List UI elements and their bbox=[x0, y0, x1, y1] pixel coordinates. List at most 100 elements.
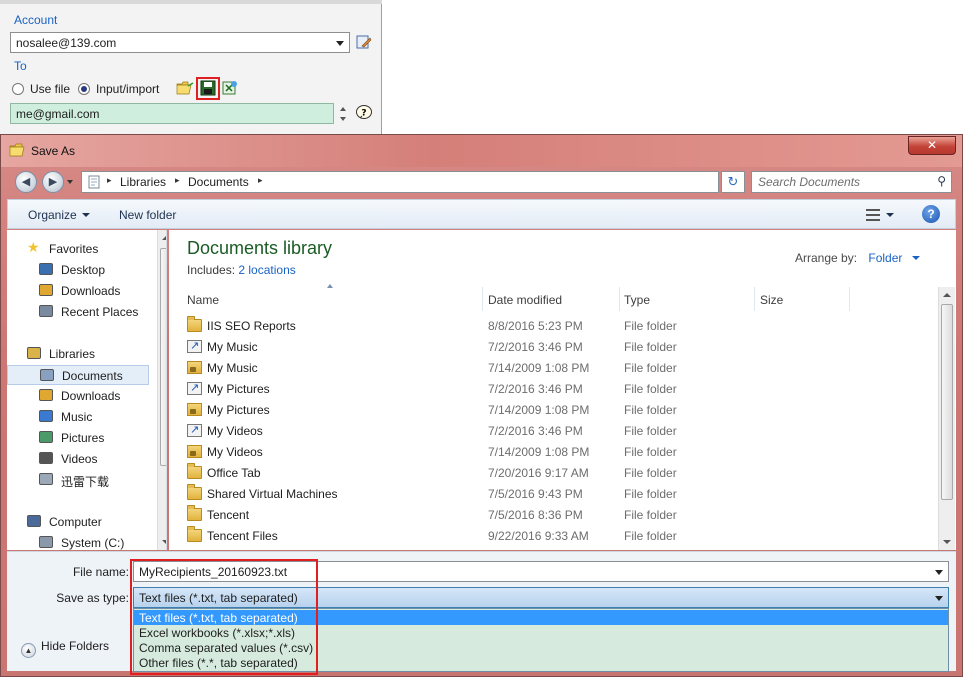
forward-button[interactable]: ▶ bbox=[42, 171, 64, 193]
breadcrumb-documents[interactable]: Documents bbox=[188, 175, 249, 189]
nav-item-label: System (C:) bbox=[61, 536, 125, 550]
column-header-name[interactable]: Name bbox=[183, 287, 483, 311]
help-button[interactable]: ? bbox=[922, 205, 940, 223]
nav-item-documents[interactable]: Documents bbox=[7, 365, 149, 385]
column-header-type[interactable]: Type bbox=[620, 287, 755, 311]
arrange-by-dropdown[interactable]: Folder bbox=[868, 251, 902, 265]
nav-item-[interactable]: 迅雷下载 bbox=[7, 470, 149, 490]
file-name-cell: My Videos bbox=[207, 424, 263, 438]
open-folder-icon[interactable] bbox=[176, 80, 194, 96]
arrange-by: Arrange by: Folder bbox=[795, 251, 920, 265]
help-bubble-icon[interactable]: ? bbox=[355, 104, 373, 122]
breadcrumb-separator: ▸ bbox=[175, 175, 180, 185]
breadcrumb-libraries[interactable]: Libraries bbox=[120, 175, 166, 189]
libraries-icon bbox=[27, 347, 41, 359]
file-row[interactable]: Office Tab 7/20/2016 9:17 AM File folder bbox=[183, 463, 933, 484]
nav-item-computer[interactable]: Computer bbox=[7, 512, 149, 532]
folder-icon bbox=[39, 473, 53, 485]
view-options-icon[interactable] bbox=[866, 209, 880, 221]
recipient-spinner[interactable] bbox=[338, 104, 348, 124]
nav-scrollbar[interactable] bbox=[157, 230, 166, 550]
file-name-cell: Tencent Files bbox=[207, 529, 278, 543]
save-icon-highlight bbox=[196, 77, 220, 100]
file-row[interactable]: IIS SEO Reports 8/8/2016 5:23 PM File fold… bbox=[183, 316, 933, 337]
file-row[interactable]: My Pictures 7/14/2009 1:08 PM File folder bbox=[183, 400, 933, 421]
recent-pages-chevron-icon[interactable] bbox=[67, 180, 73, 184]
nav-item-label: Videos bbox=[61, 452, 98, 466]
file-row[interactable]: Shared Virtual Machines 7/5/2016 9:43 PM F… bbox=[183, 484, 933, 505]
star-icon: ★ bbox=[27, 239, 40, 255]
nav-item-system-c[interactable]: System (C:) bbox=[7, 533, 149, 550]
dialog-title-bar[interactable]: Save As ✕ bbox=[1, 135, 962, 167]
nav-item-videos[interactable]: Videos bbox=[7, 449, 149, 469]
shortcut-icon bbox=[187, 381, 202, 395]
export-excel-icon[interactable] bbox=[222, 80, 238, 96]
file-row[interactable]: Tencent 7/5/2016 8:36 PM File folder bbox=[183, 505, 933, 526]
search-input[interactable]: Search Documents ⚲ bbox=[751, 171, 952, 193]
file-row[interactable]: My Videos 7/14/2009 1:08 PM File folder bbox=[183, 442, 933, 463]
close-button[interactable]: ✕ bbox=[908, 136, 956, 155]
use-file-label: Use file bbox=[30, 82, 71, 96]
dialog-title: Save As bbox=[31, 144, 76, 158]
breadcrumb-separator: ▸ bbox=[258, 175, 263, 185]
nav-item-label: Music bbox=[61, 410, 93, 424]
locked-folder-icon bbox=[187, 403, 202, 416]
scroll-up-icon[interactable] bbox=[943, 293, 951, 297]
folder-icon bbox=[187, 484, 202, 500]
new-folder-button[interactable]: New folder bbox=[119, 208, 176, 222]
chevron-down-icon[interactable] bbox=[935, 570, 943, 575]
use-file-radio[interactable] bbox=[12, 83, 24, 95]
column-header-size[interactable]: Size bbox=[756, 287, 850, 311]
organize-button[interactable]: Organize bbox=[28, 208, 90, 222]
back-arrow-icon: ◀ bbox=[21, 176, 31, 188]
input-import-radio[interactable] bbox=[78, 83, 90, 95]
file-date-cell: 8/8/2016 5:23 PM bbox=[488, 319, 583, 333]
nav-item-favorites[interactable]: ★ Favorites bbox=[7, 239, 149, 259]
scroll-down-icon[interactable] bbox=[162, 540, 166, 544]
file-name-cell: IIS SEO Reports bbox=[207, 319, 296, 333]
address-bar[interactable]: ▸ Libraries ▸ Documents ▸ bbox=[81, 171, 788, 193]
file-date-cell: 7/14/2009 1:08 PM bbox=[488, 445, 590, 459]
downloads-icon bbox=[39, 389, 53, 401]
column-header-date-modified[interactable]: Date modified bbox=[484, 287, 620, 311]
refresh-button[interactable]: ↻ bbox=[721, 171, 745, 193]
nav-item-music[interactable]: Music bbox=[7, 407, 149, 427]
account-select[interactable]: nosalee@139.com bbox=[10, 32, 350, 53]
scroll-thumb[interactable] bbox=[160, 248, 166, 466]
close-icon: ✕ bbox=[926, 138, 938, 152]
nav-item-label: Downloads bbox=[61, 389, 121, 403]
file-type-cell: File folder bbox=[624, 319, 677, 333]
back-button[interactable]: ◀ bbox=[15, 171, 37, 193]
nav-item-pictures[interactable]: Pictures bbox=[7, 428, 149, 448]
nav-item-recent-places[interactable]: Recent Places bbox=[7, 302, 149, 322]
scroll-thumb[interactable] bbox=[941, 304, 953, 500]
file-name-cell: My Videos bbox=[207, 445, 263, 459]
chevron-down-icon[interactable] bbox=[911, 256, 920, 260]
recipient-input[interactable]: me@gmail.com bbox=[10, 103, 334, 124]
chevron-down-icon[interactable] bbox=[935, 596, 943, 601]
search-icon[interactable]: ⚲ bbox=[937, 174, 946, 188]
nav-item-downloads[interactable]: Downloads bbox=[7, 386, 149, 406]
folder-icon bbox=[187, 526, 202, 542]
shortcut-icon bbox=[187, 339, 202, 353]
file-row[interactable]: My Pictures 7/2/2016 3:46 PM File folder bbox=[183, 379, 933, 400]
input-import-label: Input/import bbox=[96, 82, 160, 96]
file-name-cell: My Music bbox=[207, 361, 258, 375]
music-icon bbox=[39, 410, 53, 422]
nav-item-libraries[interactable]: Libraries bbox=[7, 344, 149, 364]
nav-item-desktop[interactable]: Desktop bbox=[7, 260, 149, 280]
file-row[interactable]: My Videos 7/2/2016 3:46 PM File folder bbox=[183, 421, 933, 442]
save-as-dialog: Save As ✕ ◀ ▶ ▸ Libraries ▸ Documents ▸ … bbox=[0, 134, 963, 677]
navigation-pane: ★ Favorites Desktop Downloads Recent Places L… bbox=[7, 230, 167, 550]
scroll-up-icon[interactable] bbox=[162, 236, 166, 240]
address-book-icon[interactable] bbox=[356, 34, 372, 50]
file-row[interactable]: My Music 7/14/2009 1:08 PM File folder bbox=[183, 358, 933, 379]
nav-item-downloads[interactable]: Downloads bbox=[7, 281, 149, 301]
file-row[interactable]: Tencent Files 9/22/2016 9:33 AM File folde… bbox=[183, 526, 933, 547]
locations-link[interactable]: 2 locations bbox=[238, 263, 295, 277]
view-dropdown-icon[interactable] bbox=[886, 213, 894, 217]
file-row[interactable]: My Music 7/2/2016 3:46 PM File folder bbox=[183, 337, 933, 358]
scroll-down-icon[interactable] bbox=[943, 540, 951, 544]
file-list-scrollbar[interactable] bbox=[938, 287, 955, 550]
hide-folders-button[interactable]: ▲ Hide Folders bbox=[21, 639, 109, 658]
